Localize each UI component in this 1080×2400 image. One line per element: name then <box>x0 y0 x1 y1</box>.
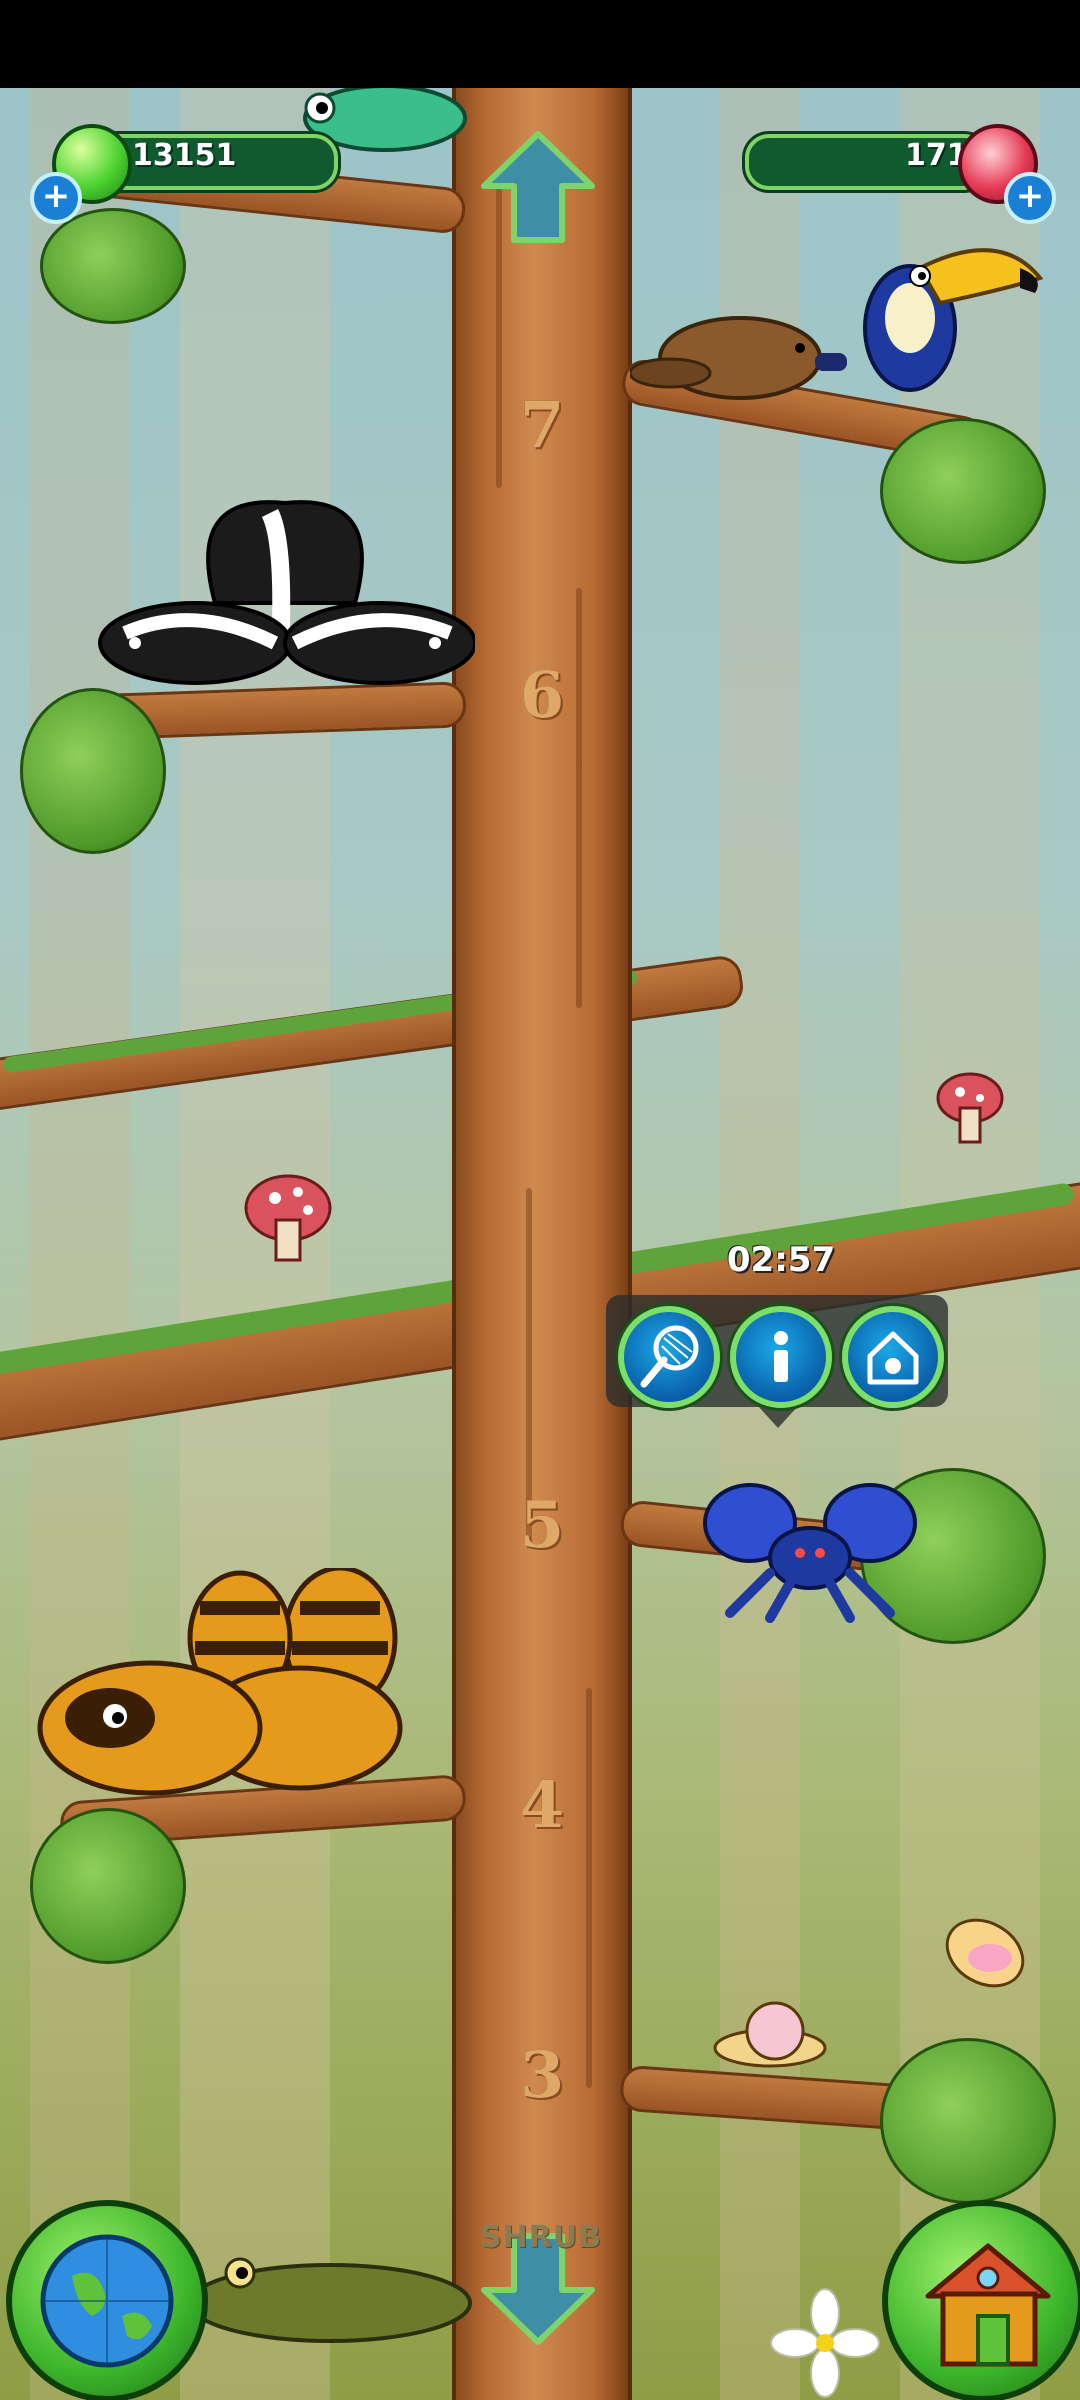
leaf-cluster <box>40 208 186 324</box>
globe-icon <box>40 2234 174 2368</box>
level-number-6: 6 <box>519 658 565 733</box>
house-button[interactable] <box>842 1306 944 1408</box>
home-icon <box>925 2243 1051 2367</box>
popup-tail <box>758 1406 798 1428</box>
white-flower-icon <box>770 2288 880 2398</box>
level-number-3: 3 <box>519 2038 565 2113</box>
area-label: SHRUB <box>480 2220 603 2255</box>
info-icon <box>774 1331 788 1382</box>
mushroom-icon <box>936 1072 1004 1144</box>
scroll-up-arrow-icon[interactable] <box>478 128 598 248</box>
platypus-creature[interactable] <box>630 303 850 413</box>
main-trunk: 7 6 5 4 3 <box>452 88 632 2400</box>
leaf-cluster <box>30 1808 186 1964</box>
snail-creature[interactable] <box>700 1993 830 2073</box>
game-scene: 7 6 5 4 3 13151 + 171 + 02:57 SHRUB <box>0 88 1080 2400</box>
skunk-pair-creature[interactable] <box>95 483 475 703</box>
catch-net-button[interactable] <box>618 1306 720 1408</box>
popup-timer: 02:57 <box>726 1240 836 1280</box>
toucan-creature[interactable] <box>850 218 1050 408</box>
raccoon-dog-pair-creature[interactable] <box>30 1568 420 1808</box>
blue-tarantula-creature[interactable] <box>690 1473 930 1623</box>
trunk-grain <box>586 1688 592 2088</box>
add-green-currency-button[interactable]: + <box>30 172 82 224</box>
level-number-7: 7 <box>519 388 565 463</box>
home-button[interactable] <box>882 2200 1080 2400</box>
level-number-4: 4 <box>519 1768 565 1843</box>
add-red-currency-button[interactable]: + <box>1004 172 1056 224</box>
catch-net-icon <box>640 1325 699 1388</box>
leaf-cluster <box>880 2038 1056 2204</box>
level-number-5: 5 <box>519 1488 565 1563</box>
crocodile-creature[interactable] <box>180 2243 480 2353</box>
background-trunk <box>30 88 130 2400</box>
leaf-cluster <box>20 688 166 854</box>
status-bar <box>0 0 1080 88</box>
trunk-grain <box>576 588 582 1008</box>
yellow-bird-creature[interactable] <box>930 1898 1040 2008</box>
info-button[interactable] <box>730 1306 832 1408</box>
leaf-cluster <box>880 418 1046 564</box>
green-currency-value: 13151 <box>132 138 237 173</box>
house-icon <box>867 1331 919 1385</box>
mushroom-icon <box>244 1174 332 1262</box>
world-map-button[interactable] <box>6 2200 208 2400</box>
